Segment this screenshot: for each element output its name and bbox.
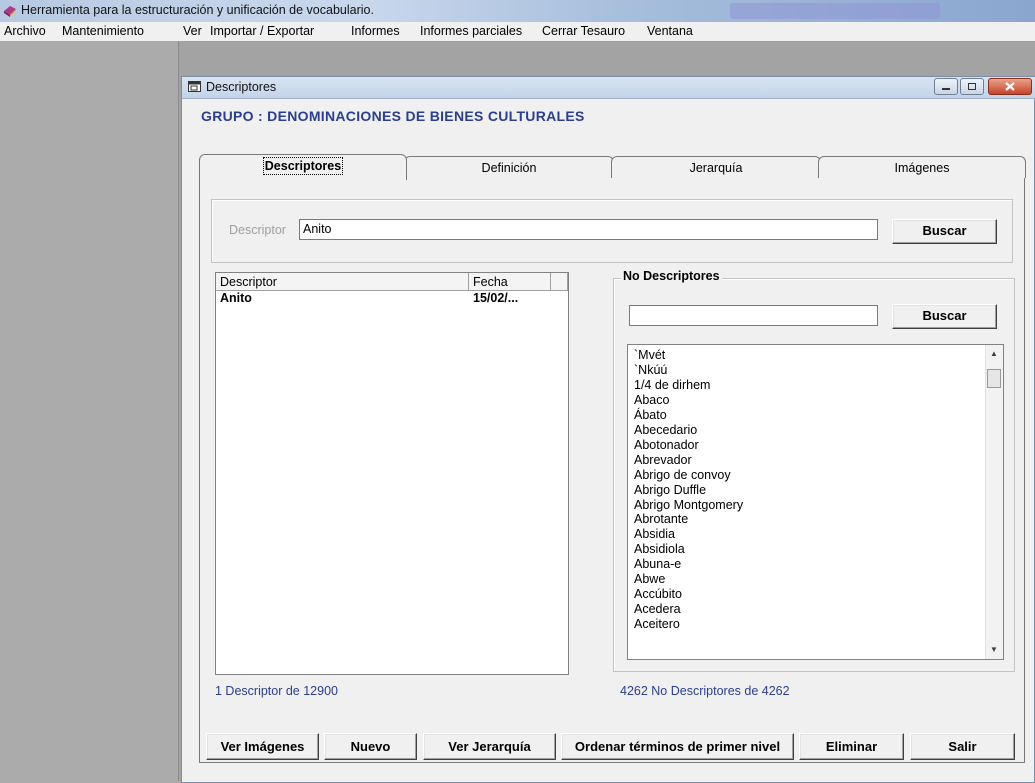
menu-informes[interactable]: Informes [351,24,400,38]
list-item[interactable]: Abrotante [634,512,743,527]
list-item[interactable]: `Nkúú [634,363,743,378]
list-item[interactable]: Aceitero [634,617,743,632]
close-icon [1005,82,1015,91]
close-button[interactable] [988,78,1032,95]
descriptor-search-input[interactable]: Anito [299,219,878,240]
buscar-no-descriptor-button[interactable]: Buscar [892,304,997,329]
list-item[interactable]: Abrevador [634,453,743,468]
tab-jerarquia-label: Jerarquía [689,161,743,175]
scroll-up-icon[interactable]: ▲ [990,349,998,358]
maximize-icon [968,83,976,90]
list-item[interactable]: Abrigo Montgomery [634,498,743,513]
eliminar-button[interactable]: Eliminar [799,733,904,760]
list-item[interactable]: Abwe [634,572,743,587]
window-icon [188,81,201,92]
scroll-down-icon[interactable]: ▼ [990,645,998,654]
menu-bar: Archivo Mantenimiento Ver Importar / Exp… [0,22,1035,42]
list-item[interactable]: Abotonador [634,438,743,453]
salir-button[interactable]: Salir [910,733,1015,760]
no-descriptor-count: 4262 No Descriptores de 4262 [620,684,790,698]
list-item[interactable]: Absidia [634,527,743,542]
list-item[interactable]: Abrigo Duffle [634,483,743,498]
tab-descriptores-label: Descriptores [262,157,344,175]
menu-cerrar-tesauro[interactable]: Cerrar Tesauro [542,24,625,38]
child-titlebar: Descriptores [181,76,1035,99]
minimize-icon [942,88,950,90]
child-title: Descriptores [206,80,277,94]
menu-ver[interactable]: Ver [183,24,202,38]
no-descriptores-items: `Mvét `Nkúú 1/4 de dirhem Abaco Ábato Ab… [634,348,743,632]
menu-mantenimiento[interactable]: Mantenimiento [62,24,144,38]
ver-jerarquia-button[interactable]: Ver Jerarquía [423,733,556,760]
tab-definicion[interactable]: Definición [404,156,614,178]
listbox-scrollbar[interactable]: ▲ ▼ [985,345,1003,659]
buscar-descriptor-button[interactable]: Buscar [892,219,997,244]
maximize-button[interactable] [960,78,984,95]
no-descriptores-listbox[interactable]: `Mvét `Nkúú 1/4 de dirhem Abaco Ábato Ab… [627,344,1004,660]
tab-jerarquia[interactable]: Jerarquía [611,156,821,178]
descriptor-label: Descriptor [229,223,286,237]
menu-archivo[interactable]: Archivo [4,24,46,38]
sidebar-panel [0,41,179,781]
ver-imagenes-button[interactable]: Ver Imágenes [206,733,319,760]
list-item[interactable]: 1/4 de dirhem [634,378,743,393]
list-item[interactable]: Abecedario [634,423,743,438]
list-item[interactable]: Accúbito [634,587,743,602]
column-header-empty [551,273,568,291]
descriptor-list[interactable]: Descriptor Fecha Anito 15/02/... [215,272,569,675]
row-descriptor-cell[interactable]: Anito [220,291,252,305]
list-item[interactable]: Acedera [634,602,743,617]
ordenar-terminos-button[interactable]: Ordenar términos de primer nivel [561,733,794,760]
app-title: Herramienta para la estructuración y uni… [21,3,374,17]
tab-descriptores[interactable]: Descriptores [199,154,407,180]
column-header-descriptor[interactable]: Descriptor [216,273,469,291]
menu-importar-exportar[interactable]: Importar / Exportar [210,24,314,38]
descriptor-count: 1 Descriptor de 12900 [215,684,338,698]
list-item[interactable]: Absidiola [634,542,743,557]
group-title: GRUPO : DENOMINACIONES DE BIENES CULTURA… [201,108,585,124]
list-item[interactable]: Abaco [634,393,743,408]
app-book-icon [4,6,16,17]
tab-definicion-label: Definición [481,161,537,175]
tab-imagenes[interactable]: Imágenes [818,156,1026,178]
app-titlebar: Herramienta para la estructuración y uni… [0,0,1035,23]
tab-imagenes-label: Imágenes [894,161,950,175]
nuevo-button[interactable]: Nuevo [324,733,417,760]
row-fecha-cell[interactable]: 15/02/... [473,291,518,305]
list-item[interactable]: Abuna-e [634,557,743,572]
no-descriptores-legend: No Descriptores [621,269,722,283]
list-item[interactable]: `Mvét [634,348,743,363]
column-header-fecha[interactable]: Fecha [469,273,551,291]
list-item[interactable]: Ábato [634,408,743,423]
title-glow [730,3,940,19]
no-descriptor-search-input[interactable] [629,305,878,326]
menu-informes-parciales[interactable]: Informes parciales [420,24,522,38]
minimize-button[interactable] [934,78,958,95]
menu-ventana[interactable]: Ventana [647,24,693,38]
list-item[interactable]: Abrigo de convoy [634,468,743,483]
scrollbar-thumb[interactable] [987,369,1001,388]
